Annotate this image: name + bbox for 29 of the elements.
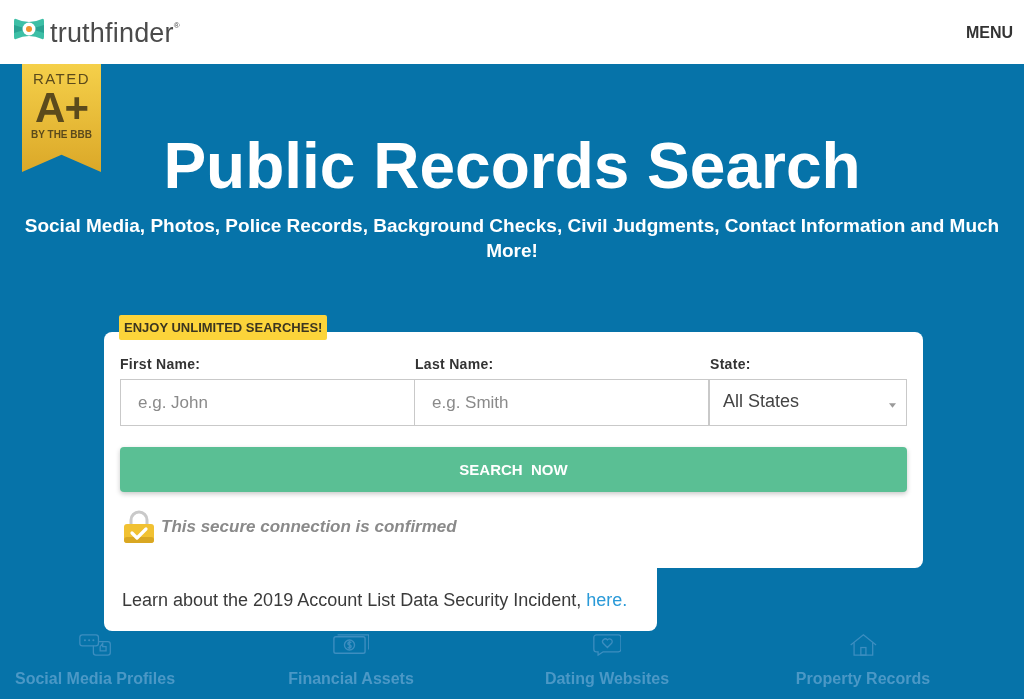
caret-icon — [889, 402, 896, 408]
ribbon-byline: BY THE BBB — [31, 128, 92, 142]
field-label: Last Name: — [415, 356, 495, 372]
incident-notice: Learn about the 2019 Account List Data Security Incident, here. — [122, 589, 629, 611]
ribbon-rated-text: RATED — [32, 70, 91, 88]
heart-bubble-icon — [592, 634, 622, 656]
page-title: Public Records Search — [163, 129, 861, 204]
category-link[interactable]: Financial Assets — [288, 668, 414, 690]
input-field[interactable]: e.g. John — [120, 379, 415, 426]
category-link[interactable]: Property Records — [795, 668, 931, 690]
input-field[interactable]: e.g. Smith — [414, 379, 709, 426]
ribbon-grade: A+ — [35, 88, 88, 128]
category-link[interactable]: Social Media Profiles — [14, 668, 176, 690]
select-dropdown[interactable]: All States — [709, 379, 907, 426]
eye-logo-icon[interactable] — [14, 16, 44, 42]
promo-tag: ENJOY UNLIMITED SEARCHES! — [119, 315, 328, 340]
category-link[interactable]: Dating Websites — [544, 668, 670, 690]
house-icon — [848, 634, 878, 656]
field-label: First Name: — [120, 356, 202, 372]
menu-button[interactable]: MENU — [965, 24, 1013, 42]
incident-link[interactable]: here. — [586, 590, 628, 610]
logo-text[interactable]: truthfinder$^{®}$ — [50, 9, 180, 49]
search-button[interactable]: SEARCH NOW — [120, 447, 907, 492]
hero-subtitle: Social Media, Photos, Police Records, Background Checks, Civil Judgments, Contact Information and Much More! — [23, 214, 1001, 263]
field-label: State: — [710, 356, 752, 372]
banknote-icon — [332, 634, 370, 656]
secure-connection-text: This secure connection is confirmed — [161, 517, 457, 537]
chat-bubbles-icon — [78, 634, 112, 656]
padlock-check-icon — [123, 510, 155, 544]
